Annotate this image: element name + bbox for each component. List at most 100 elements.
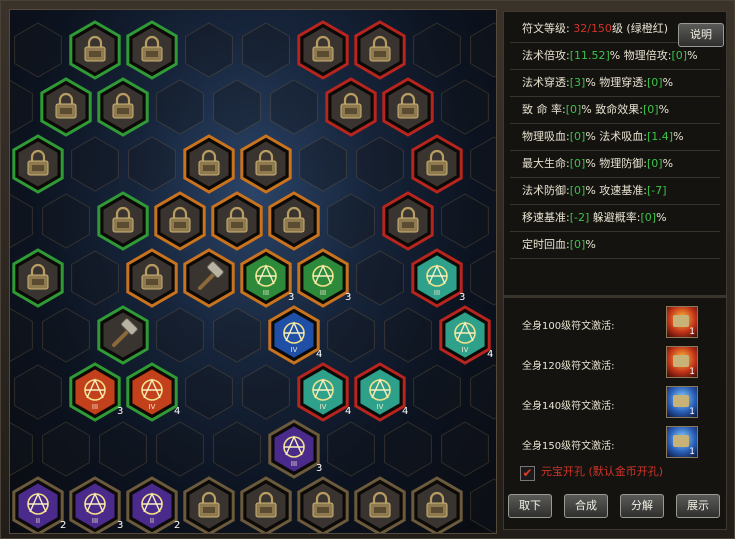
rune-slot[interactable]: IV 4 bbox=[297, 362, 352, 422]
rune-slot[interactable] bbox=[297, 476, 349, 534]
rune-board-grid: III 3 III 3 III 3IV 4 IV 4III 3 IV 4 IV 4 IV 4III 3II 2 II… bbox=[10, 20, 496, 534]
rune-slot[interactable] bbox=[411, 476, 463, 534]
explain-button[interactable]: 说明 bbox=[678, 23, 724, 47]
empty-hex-slot bbox=[441, 79, 489, 135]
stat-value: [0] bbox=[646, 157, 663, 170]
activation-label: 全身150级符文激活: bbox=[522, 441, 615, 452]
stat-unit: % bbox=[673, 130, 684, 143]
rune-slot[interactable] bbox=[12, 134, 64, 194]
fire-rune-icon[interactable]: 1 bbox=[666, 306, 698, 338]
rune-slot[interactable] bbox=[382, 191, 434, 251]
rune-count: 3 bbox=[117, 520, 123, 531]
rune-slot[interactable] bbox=[183, 134, 235, 194]
gold-socket-option[interactable]: ✔ 元宝开孔 (默认金币开孔) bbox=[520, 463, 663, 481]
rune-slot[interactable]: II 2 bbox=[12, 476, 67, 534]
empty-hex-slot bbox=[213, 421, 261, 477]
rune-slot[interactable] bbox=[183, 248, 235, 308]
activation-row: 全身140级符文激活: 1 bbox=[504, 384, 726, 424]
activation-count: 1 bbox=[689, 327, 695, 337]
rune-slot[interactable]: III 3 bbox=[268, 419, 323, 479]
empty-hex-slot bbox=[14, 364, 62, 420]
rune-slot[interactable] bbox=[325, 77, 377, 137]
rune-tier-label: III bbox=[320, 289, 326, 297]
rune-slot[interactable] bbox=[268, 191, 320, 251]
rune-tier-label: IV bbox=[320, 403, 327, 411]
stat-label: 致命效果: bbox=[595, 103, 643, 116]
stat-value: [0] bbox=[642, 103, 659, 116]
rune-slot[interactable]: III 3 bbox=[69, 476, 124, 534]
rune-count: 4 bbox=[174, 406, 180, 417]
rune-slot[interactable] bbox=[126, 248, 178, 308]
rune-slot[interactable] bbox=[154, 191, 206, 251]
gold-socket-label: 元宝开孔 bbox=[541, 465, 585, 478]
rune-slot[interactable] bbox=[411, 134, 463, 194]
stat-unit: % bbox=[585, 157, 596, 170]
rune-count: 4 bbox=[487, 349, 493, 360]
stat-row: 法术倍攻:[11.52]% 物理倍攻:[0]% bbox=[510, 43, 720, 70]
rune-slot[interactable] bbox=[97, 77, 149, 137]
rune-slot[interactable]: III 3 bbox=[297, 248, 352, 308]
rune-slot[interactable] bbox=[382, 77, 434, 137]
stat-value: [3] bbox=[569, 76, 586, 89]
lock-icon bbox=[673, 435, 689, 447]
lock-icon bbox=[673, 395, 689, 407]
rune-slot[interactable]: IV 4 bbox=[354, 362, 409, 422]
stat-value: [0] bbox=[646, 76, 663, 89]
rune-slot[interactable] bbox=[12, 248, 64, 308]
empty-hex-slot bbox=[213, 307, 261, 363]
stat-unit: % bbox=[662, 76, 674, 89]
rune-slot[interactable] bbox=[69, 20, 121, 80]
stat-unit: % bbox=[585, 184, 596, 197]
rune-slot[interactable]: II 2 bbox=[126, 476, 181, 534]
stat-value: [0] bbox=[569, 130, 586, 143]
rune-tier-label: III bbox=[434, 289, 440, 297]
rune-slot[interactable]: III 3 bbox=[69, 362, 124, 422]
rune-slot[interactable] bbox=[97, 191, 149, 251]
stat-unit: % bbox=[658, 103, 670, 116]
decompose-button[interactable]: 分解 bbox=[620, 494, 664, 518]
rune-slot[interactable] bbox=[126, 20, 178, 80]
stat-label: 躲避概率: bbox=[592, 211, 641, 224]
rune-slot[interactable]: IV 4 bbox=[268, 305, 323, 365]
empty-hex-slot bbox=[384, 421, 432, 477]
empty-hex-slot bbox=[10, 79, 33, 135]
fire-rune-icon[interactable]: 1 bbox=[666, 346, 698, 378]
ice-rune-icon[interactable]: 1 bbox=[666, 426, 698, 458]
empty-hex-slot bbox=[71, 250, 119, 306]
rune-slot[interactable] bbox=[297, 20, 349, 80]
rune-slot[interactable] bbox=[211, 191, 263, 251]
empty-hex-slot bbox=[413, 22, 461, 78]
rune-slot[interactable]: III 3 bbox=[240, 248, 295, 308]
empty-hex-slot bbox=[441, 421, 489, 477]
empty-hex-slot bbox=[242, 364, 290, 420]
stat-value: [0] bbox=[671, 49, 688, 62]
ice-rune-icon[interactable]: 1 bbox=[666, 386, 698, 418]
rune-slot[interactable]: III 3 bbox=[411, 248, 466, 308]
rune-slot[interactable] bbox=[240, 134, 292, 194]
combine-button[interactable]: 合成 bbox=[564, 494, 608, 518]
rune-slot[interactable]: IV 4 bbox=[126, 362, 181, 422]
stat-value: [0] bbox=[569, 238, 586, 251]
rune-slot[interactable] bbox=[240, 476, 292, 534]
rune-count: 4 bbox=[402, 406, 408, 417]
rune-slot[interactable] bbox=[97, 305, 149, 365]
rune-slot[interactable] bbox=[354, 476, 406, 534]
empty-hex-slot bbox=[10, 307, 33, 363]
stat-value: [11.52] bbox=[569, 49, 610, 62]
rune-slot[interactable]: IV 4 bbox=[439, 305, 494, 365]
remove-button[interactable]: 取下 bbox=[508, 494, 552, 518]
gold-socket-checkbox[interactable]: ✔ bbox=[520, 466, 535, 481]
rune-slot[interactable] bbox=[40, 77, 92, 137]
rune-count: 4 bbox=[316, 349, 322, 360]
activation-row: 全身120级符文激活: 1 bbox=[504, 344, 726, 384]
empty-hex-slot bbox=[10, 421, 33, 477]
rune-slot[interactable] bbox=[183, 476, 235, 534]
empty-hex-slot bbox=[14, 22, 62, 78]
display-button[interactable]: 展示 bbox=[676, 494, 720, 518]
stat-label: 法术倍攻: bbox=[522, 49, 570, 62]
rune-slot[interactable] bbox=[354, 20, 406, 80]
rune-level-suffix: 级 (绿橙红) bbox=[611, 22, 669, 35]
empty-hex-slot bbox=[384, 307, 432, 363]
rune-count: 2 bbox=[60, 520, 66, 531]
stat-unit: % bbox=[687, 49, 698, 62]
